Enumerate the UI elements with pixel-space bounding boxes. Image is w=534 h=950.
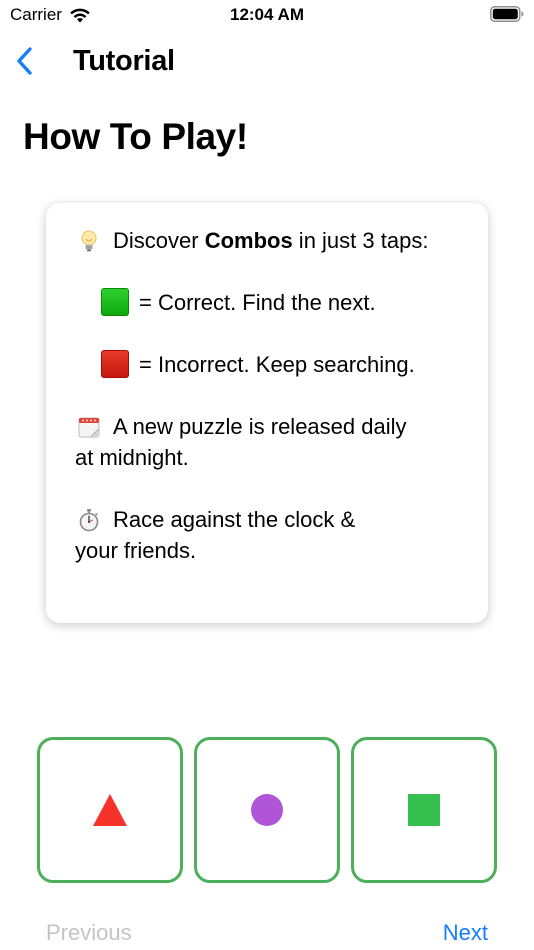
incorrect-text: = Incorrect. Keep searching.: [139, 352, 415, 377]
previous-button[interactable]: Previous: [46, 920, 132, 946]
lightbulb-icon: [75, 225, 103, 256]
calendar-icon: [75, 411, 103, 442]
combos-suffix: in just 3 taps:: [292, 228, 429, 253]
tile-circle[interactable]: [194, 737, 340, 883]
race-text-1: Race against the clock &: [113, 507, 356, 532]
correct-text: = Correct. Find the next.: [139, 290, 376, 315]
combos-prefix: Discover: [113, 228, 205, 253]
race-text-2: your friends.: [75, 538, 197, 563]
circle-icon: [251, 794, 283, 826]
chevron-left-icon: [17, 47, 32, 75]
combos-bold: Combos: [204, 228, 293, 253]
green-square-icon: [101, 288, 129, 316]
puzzle-text-2: at midnight.: [75, 445, 189, 470]
next-button[interactable]: Next: [443, 920, 488, 946]
race-line: Race against the clock & your friends.: [75, 504, 468, 566]
puzzle-line-first: A new puzzle is released daily: [75, 411, 468, 442]
tile-square[interactable]: [351, 737, 497, 883]
shape-tiles: [37, 737, 499, 885]
incorrect-line: = Incorrect. Keep searching.: [75, 349, 468, 380]
combos-text: Discover Combos in just 3 taps:: [113, 225, 428, 256]
puzzle-text-1: A new puzzle is released daily: [113, 414, 407, 439]
triangle-icon: [93, 794, 127, 826]
back-button[interactable]: [10, 44, 38, 78]
race-line-first: Race against the clock &: [75, 504, 468, 535]
nav-title: Tutorial: [73, 45, 175, 77]
status-time: 12:04 AM: [229, 5, 304, 24]
stopwatch-icon: [75, 504, 103, 535]
status-bar: Carrier 12:04 AM: [0, 0, 534, 30]
square-icon: [408, 794, 440, 826]
tile-triangle[interactable]: [37, 737, 183, 883]
battery-icon: [490, 6, 524, 22]
combos-line: Discover Combos in just 3 taps:: [75, 225, 468, 256]
puzzle-line: A new puzzle is released daily at midnig…: [75, 411, 468, 473]
instructions-card: Discover Combos in just 3 taps: = Correc…: [46, 203, 488, 623]
red-square-icon: [101, 350, 129, 378]
correct-line: = Correct. Find the next.: [75, 287, 468, 318]
navigation-bar: Tutorial: [0, 38, 534, 84]
page-title: How To Play!: [23, 116, 248, 157]
